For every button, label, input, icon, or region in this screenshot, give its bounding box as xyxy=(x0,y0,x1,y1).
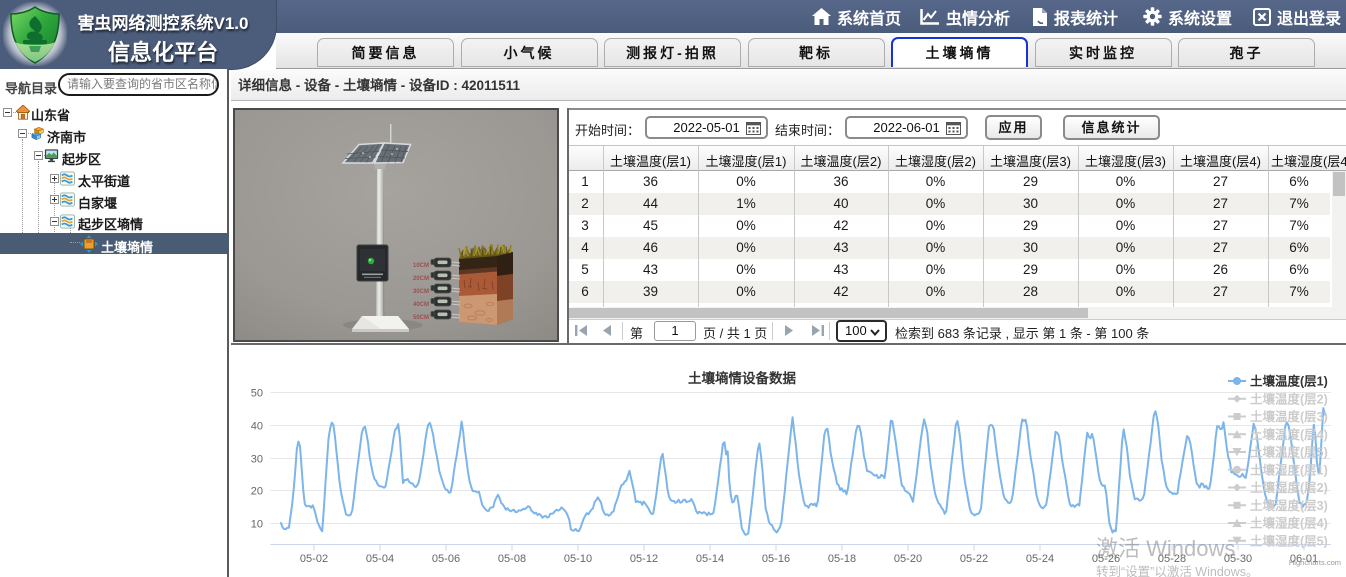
svg-text:土壤湿度(层4): 土壤湿度(层4) xyxy=(1250,516,1328,531)
svg-text:05-06: 05-06 xyxy=(432,553,460,565)
svg-text:30: 30 xyxy=(251,454,263,466)
svg-text:05-04: 05-04 xyxy=(366,553,394,565)
svg-text:土壤温度(层3): 土壤温度(层3) xyxy=(1250,409,1328,424)
svg-text:50CM: 50CM xyxy=(413,315,429,321)
svg-text:05-18: 05-18 xyxy=(828,553,856,565)
svg-text:50: 50 xyxy=(251,388,263,400)
svg-text:05-12: 05-12 xyxy=(630,553,658,565)
svg-text:05-08: 05-08 xyxy=(498,553,526,565)
svg-text:05-22: 05-22 xyxy=(960,553,988,565)
svg-text:05-20: 05-20 xyxy=(894,553,922,565)
svg-text:10: 10 xyxy=(251,519,263,531)
svg-text:05-10: 05-10 xyxy=(564,553,592,565)
svg-text:Highcharts.com: Highcharts.com xyxy=(1289,558,1341,567)
svg-text:土壤墒情设备数据: 土壤墒情设备数据 xyxy=(688,370,796,386)
svg-text:土壤湿度(层3): 土壤湿度(层3) xyxy=(1250,498,1328,513)
svg-text:激活 Windows: 激活 Windows xyxy=(1096,536,1235,561)
svg-text:05-16: 05-16 xyxy=(762,553,790,565)
svg-text:土壤湿度(层1): 土壤湿度(层1) xyxy=(1250,462,1328,477)
svg-text:土壤湿度(层2): 土壤湿度(层2) xyxy=(1250,480,1328,495)
svg-text:土壤湿度(层5): 土壤湿度(层5) xyxy=(1250,533,1328,548)
svg-text:土壤温度(层4): 土壤温度(层4) xyxy=(1250,427,1328,442)
svg-text:05-24: 05-24 xyxy=(1026,553,1054,565)
svg-text:05-02: 05-02 xyxy=(300,553,328,565)
svg-text:30CM: 30CM xyxy=(413,289,429,295)
svg-text:土壤温度(层1): 土壤温度(层1) xyxy=(1250,374,1328,389)
svg-text:10CM: 10CM xyxy=(413,263,429,269)
svg-text:20CM: 20CM xyxy=(413,276,429,282)
svg-text:转到“设置”以激活 Windows。: 转到“设置”以激活 Windows。 xyxy=(1096,564,1259,577)
svg-text:土壤温度(层5): 土壤温度(层5) xyxy=(1250,445,1328,460)
svg-text:土壤温度(层2): 土壤温度(层2) xyxy=(1250,391,1328,406)
svg-text:40CM: 40CM xyxy=(413,302,429,308)
svg-text:40: 40 xyxy=(251,421,263,433)
svg-text:05-14: 05-14 xyxy=(696,553,724,565)
svg-text:20: 20 xyxy=(251,486,263,498)
